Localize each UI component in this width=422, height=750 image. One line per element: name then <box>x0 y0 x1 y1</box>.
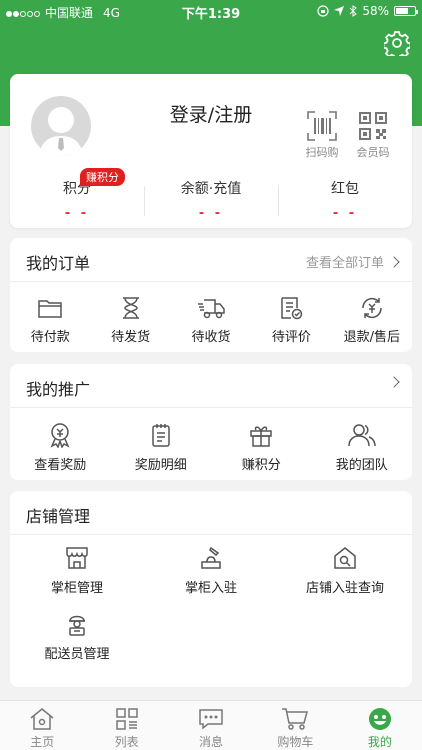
scan-to-buy-button[interactable]: 扫码购 <box>302 110 342 160</box>
barcode-scan-icon <box>307 111 337 141</box>
profile-card: 登录/注册 扫码购 会员码 积分 - - 赚积分 余额·充值 - - 红包 - … <box>10 74 412 228</box>
earn-points-label: 赚积分 <box>241 458 281 473</box>
courier-management-label: 配送员管理 <box>44 647 110 662</box>
location-icon <box>334 6 345 16</box>
order-refund-aftersale[interactable]: 退款/售后 <box>332 296 412 345</box>
store-row-2: 配送员管理 <box>10 611 144 662</box>
truck-icon <box>198 299 225 319</box>
view-rewards-label: 查看奖励 <box>34 458 87 473</box>
tab-cart-label: 购物车 <box>277 735 314 749</box>
points-value: - - <box>64 206 90 221</box>
shop-icon <box>66 547 88 569</box>
tab-home[interactable]: 主页 <box>0 701 84 750</box>
gift-icon <box>250 426 272 447</box>
orders-card: 我的订单 查看全部订单 待付款 待发货 待收货 待评价 退款/售后 <box>10 238 412 352</box>
store-header: 店铺管理 <box>10 491 412 535</box>
profile-icon <box>368 708 391 730</box>
order-pending-review[interactable]: 待评价 <box>251 296 331 345</box>
status-bar: 中国联通 4G 下午1:39 58% <box>0 0 422 22</box>
store-onboarding-query-label: 店铺入驻查询 <box>305 581 384 596</box>
store-onboarding-query[interactable]: 店铺入驻查询 <box>278 545 412 596</box>
tab-profile[interactable]: 我的 <box>338 701 422 750</box>
qr-code-icon <box>359 112 387 140</box>
tab-cart[interactable]: 购物车 <box>253 701 337 750</box>
reward-details[interactable]: 奖励明细 <box>111 422 212 473</box>
reward-details-label: 奖励明细 <box>134 458 187 473</box>
message-icon <box>199 709 223 730</box>
manager-admin[interactable]: 掌柜管理 <box>10 545 144 596</box>
list-icon <box>115 708 138 730</box>
store-row-1: 掌柜管理 掌柜入驻 店铺入驻查询 <box>10 545 412 596</box>
register-icon <box>201 546 221 569</box>
order-pending-payment[interactable]: 待付款 <box>10 296 90 345</box>
order-pending-review-label: 待评价 <box>271 330 311 345</box>
courier-icon <box>69 615 85 636</box>
store-search-icon <box>334 547 356 569</box>
tab-list[interactable]: 列表 <box>84 701 168 750</box>
clipboard-icon <box>152 424 170 447</box>
promotion-row: 查看奖励 奖励明细 赚积分 我的团队 <box>10 422 412 473</box>
order-refund-aftersale-label: 退款/售后 <box>343 330 401 345</box>
member-code-label: 会员码 <box>356 146 390 159</box>
orders-header: 我的订单 查看全部订单 <box>10 238 412 282</box>
chevron-right-icon <box>388 255 400 268</box>
lock-rotation-icon <box>317 5 329 17</box>
tab-profile-label: 我的 <box>367 735 392 749</box>
tab-messages-label: 消息 <box>199 735 224 749</box>
balance-value: - - <box>198 206 224 221</box>
promotion-title: 我的推广 <box>26 380 91 399</box>
orders-title: 我的订单 <box>26 254 91 273</box>
red-packet-label: 红包 <box>331 181 359 197</box>
order-pending-receipt[interactable]: 待收货 <box>171 296 251 345</box>
view-all-orders-label: 查看全部订单 <box>305 256 384 271</box>
refund-icon <box>362 297 382 319</box>
promotion-card: 我的推广 查看奖励 奖励明细 赚积分 我的团队 <box>10 364 412 480</box>
my-team[interactable]: 我的团队 <box>312 422 413 473</box>
bluetooth-icon <box>349 5 358 17</box>
home-icon <box>30 708 54 730</box>
manager-onboarding-label: 掌柜入驻 <box>184 581 237 596</box>
earn-points-badge[interactable]: 赚积分 <box>80 168 125 186</box>
view-rewards[interactable]: 查看奖励 <box>10 422 111 473</box>
settings-gear-icon[interactable] <box>384 30 410 56</box>
my-team-label: 我的团队 <box>335 458 388 473</box>
battery-icon <box>394 6 418 16</box>
bottom-tab-bar: 主页 列表 消息 购物车 我的 <box>0 700 422 750</box>
order-pending-payment-label: 待付款 <box>30 330 70 345</box>
courier-management[interactable]: 配送员管理 <box>10 611 144 662</box>
manager-onboarding[interactable]: 掌柜入驻 <box>144 545 278 596</box>
red-packet-value: - - <box>332 206 358 221</box>
battery-percent: 58% <box>362 4 389 18</box>
promotion-more[interactable] <box>388 376 400 388</box>
review-icon <box>281 297 303 320</box>
balance-stat[interactable]: 余额·充值 - - <box>144 174 278 221</box>
wallet-icon <box>38 300 62 318</box>
order-pending-shipment-label: 待发货 <box>111 330 151 345</box>
tab-home-label: 主页 <box>30 735 55 749</box>
earn-points[interactable]: 赚积分 <box>211 422 312 473</box>
order-status-row: 待付款 待发货 待收货 待评价 退款/售后 <box>10 296 412 345</box>
promotion-header[interactable]: 我的推广 <box>10 364 412 408</box>
hourglass-icon <box>122 297 139 319</box>
team-icon <box>348 424 376 447</box>
member-code-button[interactable]: 会员码 <box>353 110 393 160</box>
order-pending-receipt-label: 待收货 <box>191 330 231 345</box>
view-all-orders-link[interactable]: 查看全部订单 <box>305 252 400 271</box>
store-title: 店铺管理 <box>26 507 91 526</box>
chevron-right-icon <box>388 376 400 388</box>
store-card: 店铺管理 掌柜管理 掌柜入驻 店铺入驻查询 配送员管理 <box>10 491 412 687</box>
points-stat[interactable]: 积分 - - 赚积分 <box>10 168 144 221</box>
manager-admin-label: 掌柜管理 <box>50 581 103 596</box>
medal-icon <box>50 423 70 448</box>
tab-messages[interactable]: 消息 <box>169 701 253 750</box>
scan-to-buy-label: 扫码购 <box>305 146 339 159</box>
login-register-link[interactable]: 登录/注册 <box>10 100 412 127</box>
tab-list-label: 列表 <box>114 735 139 749</box>
red-packet-stat[interactable]: 红包 - - <box>278 174 412 221</box>
balance-label: 余额·充值 <box>180 181 242 197</box>
account-stats: 积分 - - 赚积分 余额·充值 - - 红包 - - <box>10 168 412 221</box>
order-pending-shipment[interactable]: 待发货 <box>90 296 170 345</box>
cart-icon <box>282 708 309 730</box>
